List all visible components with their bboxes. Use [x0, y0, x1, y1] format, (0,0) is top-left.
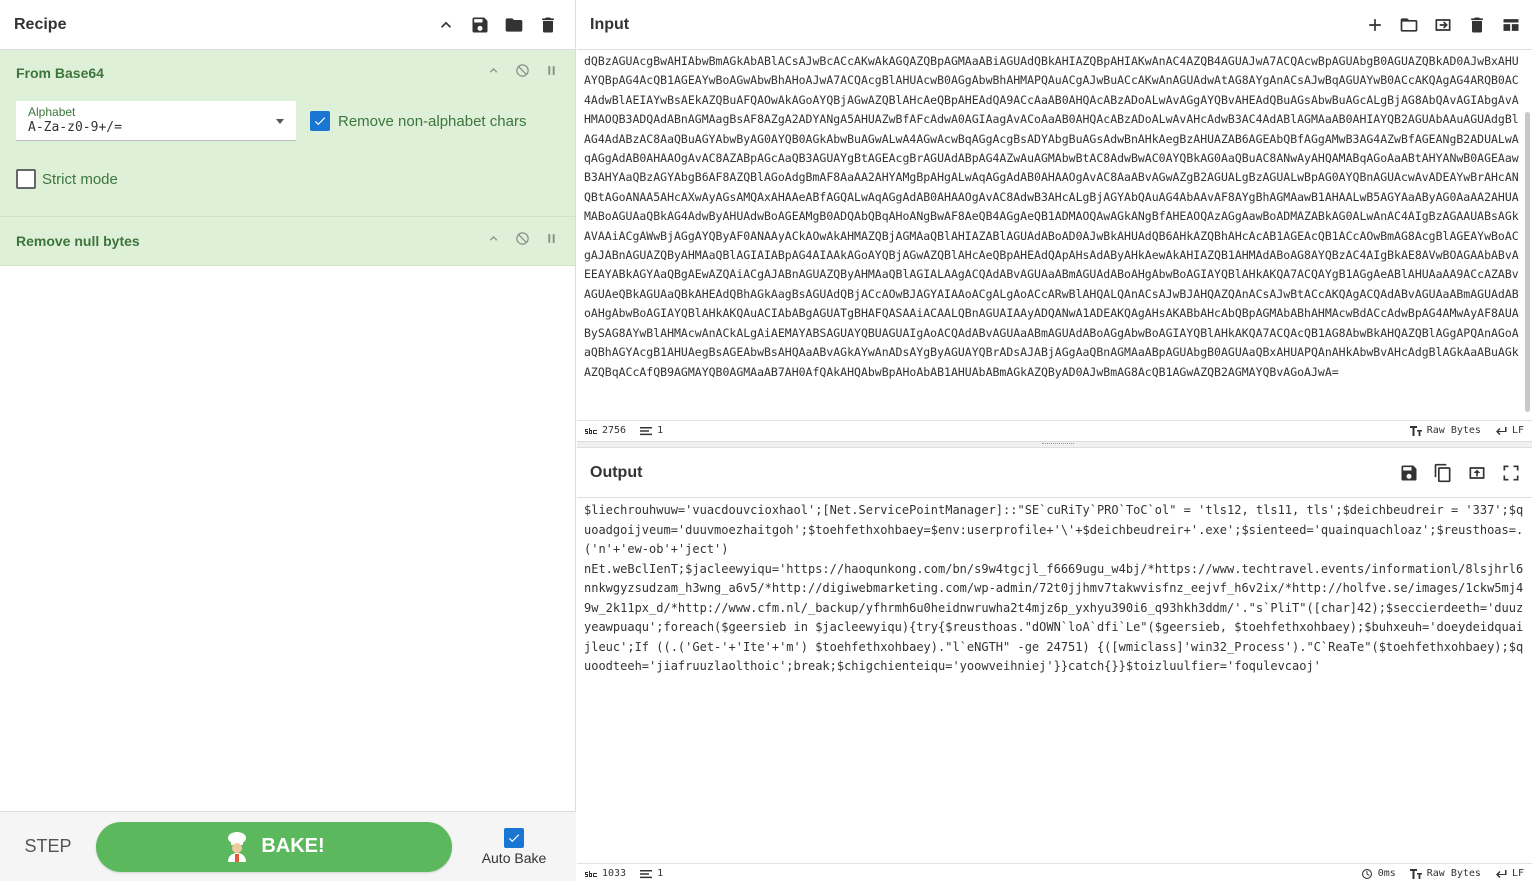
auto-bake-option[interactable]: Auto Bake — [452, 827, 576, 866]
remove-non-alphabet-checkbox[interactable] — [310, 111, 330, 131]
chevron-up-icon[interactable] — [486, 231, 501, 251]
bake-bar: STEP BAKE! Auto Bake — [0, 811, 576, 881]
output-encoding-selector[interactable]: Raw Bytes — [1409, 868, 1481, 879]
add-input-tab-icon[interactable] — [1364, 14, 1386, 36]
return-arrow-icon — [1495, 426, 1507, 435]
disable-operation-icon[interactable] — [515, 63, 530, 83]
output-toolbar — [1398, 462, 1522, 484]
output-textarea[interactable]: $liechrouhwuw='vuacdouvcioxhaol';[Net.Se… — [577, 498, 1532, 863]
alphabet-value: A-Za-z0-9+/= — [28, 120, 122, 135]
input-textarea[interactable]: dQBzAGUAcgBwAHIAbwBmAGkAbABlACsAJwBcACcA… — [577, 50, 1532, 420]
operation-controls — [486, 231, 559, 251]
save-recipe-icon[interactable] — [469, 14, 491, 36]
maximise-output-icon[interactable] — [1500, 462, 1522, 484]
recipe-title: Recipe — [14, 15, 67, 33]
input-encoding: Raw Bytes — [1426, 425, 1481, 436]
strict-mode-label: Strict mode — [42, 170, 118, 188]
operation-header: From Base64 — [0, 50, 575, 96]
checkmark-icon — [508, 833, 520, 842]
operation-controls — [486, 63, 559, 83]
step-button[interactable]: STEP — [0, 836, 96, 857]
bake-button[interactable]: BAKE! — [96, 821, 452, 872]
clear-recipe-trash-icon[interactable] — [537, 14, 559, 36]
dropdown-caret-icon — [276, 119, 284, 124]
strict-mode-option[interactable]: Strict mode — [0, 142, 575, 216]
input-eol-selector[interactable]: LF — [1495, 425, 1524, 436]
open-folder-icon[interactable] — [1398, 14, 1420, 36]
output-encoding: Raw Bytes — [1426, 868, 1481, 879]
open-file-icon[interactable] — [1432, 14, 1454, 36]
strict-mode-checkbox[interactable] — [16, 169, 36, 189]
auto-bake-label: Auto Bake — [481, 849, 547, 866]
operation-header: Remove null bytes — [0, 217, 575, 265]
clock-icon — [1361, 868, 1372, 879]
pause-breakpoint-icon[interactable] — [544, 63, 559, 83]
load-recipe-folder-icon[interactable] — [503, 14, 525, 36]
operation-title: Remove null bytes — [16, 233, 140, 249]
input-length-stat: 2756 — [585, 425, 626, 436]
input-stats: 2756 1 — [585, 425, 663, 436]
text-length-icon — [585, 427, 597, 434]
input-lines-stat: 1 — [640, 425, 663, 436]
input-header: Input — [577, 0, 1532, 50]
lines-icon — [640, 869, 653, 878]
remove-non-alphabet-option[interactable]: Remove non-alphabet chars — [310, 111, 526, 131]
output-lines: 1 — [657, 868, 664, 879]
output-stats: 1033 1 — [585, 868, 663, 879]
recipe-toolbar — [435, 14, 559, 36]
input-length: 2756 — [602, 425, 627, 436]
input-pane: Input dQBzAGUAcgBwAHIAbwBmAGkAbABlACsAJw… — [577, 0, 1532, 441]
input-title: Input — [590, 15, 630, 33]
alphabet-select[interactable]: Alphabet A-Za-z0-9+/= — [16, 101, 296, 141]
output-status-bar: 1033 1 0ms Raw Bytes LF — [577, 863, 1532, 881]
copy-output-icon[interactable] — [1432, 462, 1454, 484]
checkmark-icon — [314, 117, 326, 126]
input-format: Raw Bytes LF — [1409, 425, 1524, 436]
input-toolbar — [1364, 14, 1522, 36]
layout-toggle-icon[interactable] — [1500, 14, 1522, 36]
input-status-bar: 2756 1 Raw Bytes LF — [577, 420, 1532, 440]
input-encoding-selector[interactable]: Raw Bytes — [1409, 425, 1481, 436]
input-lines: 1 — [657, 425, 664, 436]
output-format: 0ms Raw Bytes LF — [1361, 868, 1524, 879]
collapse-all-icon[interactable] — [435, 14, 457, 36]
recipe-pane: Recipe From Base64 Alphabet A-Za-z0-9+/=… — [0, 0, 576, 881]
chef-icon — [228, 831, 247, 862]
bake-label: BAKE! — [261, 835, 325, 857]
alphabet-row: Alphabet A-Za-z0-9+/= Remove non-alphabe… — [0, 96, 575, 142]
text-encoding-icon — [1409, 425, 1422, 436]
bake-time: 0ms — [1377, 868, 1396, 879]
output-header: Output — [577, 448, 1532, 498]
recipe-header: Recipe — [0, 0, 575, 50]
output-title: Output — [590, 463, 643, 481]
disable-operation-icon[interactable] — [515, 231, 530, 251]
output-eol: LF — [1511, 868, 1524, 879]
output-lines-stat: 1 — [640, 868, 663, 879]
lines-icon — [640, 426, 653, 435]
operation-title: From Base64 — [16, 65, 104, 81]
chevron-up-icon[interactable] — [486, 63, 501, 83]
pause-breakpoint-icon[interactable] — [544, 231, 559, 251]
bake-time-stat: 0ms — [1361, 868, 1396, 879]
save-output-icon[interactable] — [1398, 462, 1420, 484]
alphabet-label: Alphabet — [28, 105, 76, 119]
output-length: 1033 — [602, 868, 627, 879]
auto-bake-checkbox[interactable] — [504, 827, 524, 848]
output-eol-selector[interactable]: LF — [1495, 868, 1524, 879]
clear-input-trash-icon[interactable] — [1466, 14, 1488, 36]
input-eol: LF — [1511, 425, 1524, 436]
remove-non-alphabet-label: Remove non-alphabet chars — [338, 112, 527, 130]
resize-grip[interactable] — [1042, 443, 1074, 445]
output-length-stat: 1033 — [585, 868, 626, 879]
operation-from-base64[interactable]: From Base64 Alphabet A-Za-z0-9+/= Remove… — [0, 50, 575, 217]
return-arrow-icon — [1495, 869, 1507, 878]
text-length-icon — [585, 870, 597, 877]
input-scrollbar[interactable] — [1525, 112, 1530, 412]
output-pane: Output $liechrouhwuw='vuacdouvcioxhaol';… — [577, 447, 1532, 881]
cyberchef-app: Recipe From Base64 Alphabet A-Za-z0-9+/=… — [0, 0, 1532, 881]
operation-remove-null-bytes[interactable]: Remove null bytes — [0, 217, 575, 266]
replace-input-with-output-icon[interactable] — [1466, 462, 1488, 484]
text-encoding-icon — [1409, 868, 1422, 879]
